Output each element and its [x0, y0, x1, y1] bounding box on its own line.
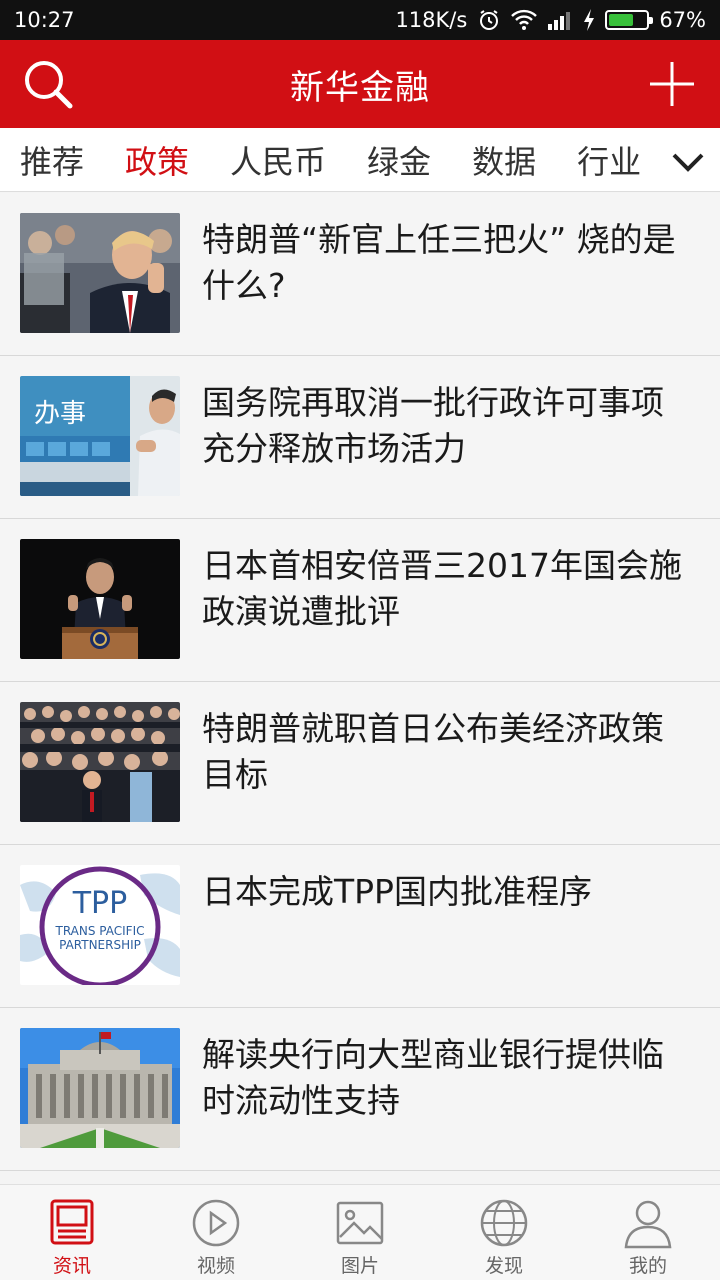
battery-percent: 67% — [659, 8, 706, 32]
news-title: 特朗普就职首日公布美经济政策目标 — [202, 709, 664, 794]
user-icon — [624, 1200, 672, 1249]
search-button[interactable] — [20, 56, 76, 112]
tab-data[interactable]: 数据 — [472, 137, 536, 183]
globe-icon — [480, 1199, 528, 1247]
wifi-icon — [511, 9, 538, 31]
news-title: 日本首相安倍晋三2017年国会施政演说遭批评 — [202, 546, 682, 631]
tpp-logo-line2: PARTNERSHIP — [59, 938, 141, 952]
news-item[interactable]: 办事 国务院再取消一批行政许可事项 充分释放市场活力 — [0, 356, 720, 519]
more-tabs-button[interactable] — [670, 144, 706, 180]
network-speed: 118K/s — [395, 8, 468, 32]
news-title: 特朗普“新官上任三把火” 烧的是什么? — [202, 220, 676, 305]
svg-text:办事: 办事 — [34, 399, 86, 429]
tpp-logo-line1: TRANS PACIFIC — [54, 924, 144, 938]
nav-pictures-label: 图片 — [340, 1255, 379, 1277]
news-item[interactable]: 日本首相安倍晋三2017年国会施政演说遭批评 — [0, 519, 720, 682]
battery-level — [609, 14, 634, 26]
status-bar: 10:27 118K/s 67% — [0, 0, 720, 40]
image-icon — [336, 1201, 384, 1245]
plus-icon — [650, 62, 694, 106]
nav-profile[interactable]: 我的 — [576, 1185, 720, 1280]
nav-video-label: 视频 — [196, 1255, 235, 1277]
nav-news-label: 资讯 — [52, 1255, 91, 1277]
news-icon — [50, 1199, 94, 1245]
add-button[interactable] — [646, 58, 698, 110]
page-title: 新华金融 — [290, 67, 430, 108]
news-thumbnail — [20, 702, 180, 822]
nav-discover[interactable]: 发现 — [432, 1185, 576, 1280]
bottom-nav: 资讯 视频 图片 发现 我的 — [0, 1184, 720, 1280]
news-item[interactable]: 特朗普“新官上任三把火” 烧的是什么? — [0, 193, 720, 356]
tab-industry[interactable]: 行业 — [577, 137, 641, 183]
tab-rmb[interactable]: 人民币 — [230, 137, 326, 183]
news-list: 特朗普“新官上任三把火” 烧的是什么? 办事 国务院再取消一批行政许可事项 充分… — [0, 193, 720, 1171]
play-icon — [192, 1199, 240, 1247]
charging-icon — [583, 9, 595, 31]
battery-icon — [605, 10, 654, 30]
alarm-icon — [477, 8, 501, 32]
news-item[interactable]: 特朗普就职首日公布美经济政策目标 — [0, 682, 720, 845]
nav-discover-label: 发现 — [484, 1255, 523, 1277]
news-thumbnail — [20, 1028, 180, 1148]
category-tabs: 推荐 政策 人民币 绿金 数据 行业 — [0, 128, 720, 192]
tab-policy[interactable]: 政策 — [125, 137, 189, 183]
news-thumbnail — [20, 213, 180, 333]
news-thumbnail — [20, 539, 180, 659]
news-thumbnail: TPP TRANS PACIFIC PARTNERSHIP — [20, 865, 180, 985]
tab-green-finance[interactable]: 绿金 — [367, 137, 431, 183]
news-title: 日本完成TPP国内批准程序 — [202, 872, 592, 911]
nav-video[interactable]: 视频 — [144, 1185, 288, 1280]
nav-news[interactable]: 资讯 — [0, 1185, 144, 1280]
search-icon — [25, 61, 73, 109]
news-title: 解读央行向大型商业银行提供临时流动性支持 — [202, 1035, 664, 1120]
app-header: 新华金融 — [0, 40, 720, 128]
news-item[interactable]: TPP TRANS PACIFIC PARTNERSHIP 日本完成TPP国内批… — [0, 845, 720, 1008]
news-thumbnail: 办事 — [20, 376, 180, 496]
signal-icon — [547, 10, 573, 30]
news-item[interactable]: 解读央行向大型商业银行提供临时流动性支持 — [0, 1008, 720, 1171]
status-time: 10:27 — [14, 8, 75, 32]
nav-pictures[interactable]: 图片 — [288, 1185, 432, 1280]
tpp-logo-text: TPP — [72, 886, 128, 921]
status-icons: 118K/s 67% — [395, 8, 706, 32]
nav-profile-label: 我的 — [628, 1255, 667, 1277]
tab-recommend[interactable]: 推荐 — [20, 137, 84, 183]
news-title: 国务院再取消一批行政许可事项 充分释放市场活力 — [202, 383, 664, 468]
chevron-down-icon — [672, 153, 704, 172]
